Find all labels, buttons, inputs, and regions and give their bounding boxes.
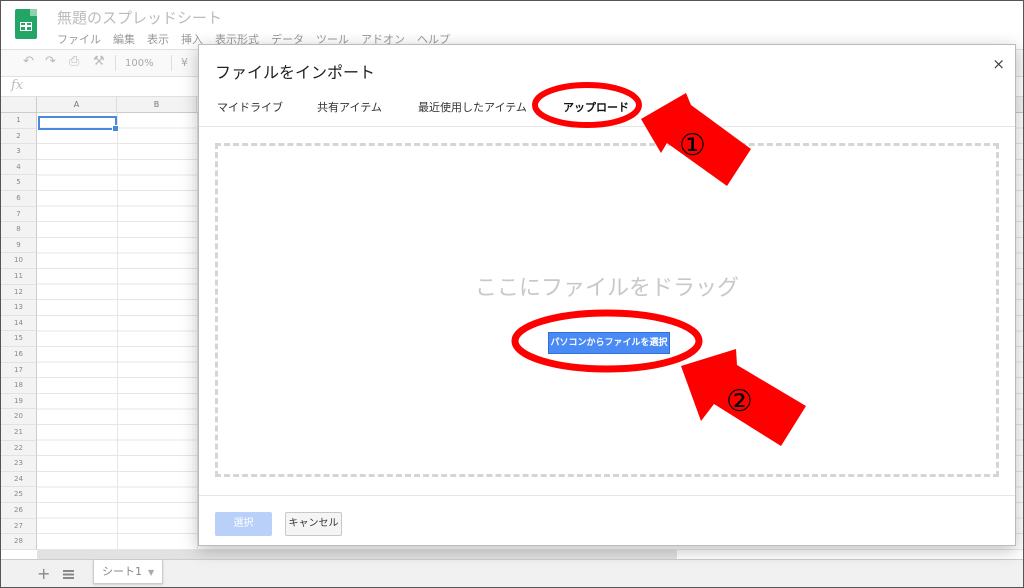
select-all-corner[interactable] [1,97,37,113]
currency-format-button[interactable]: ¥ [181,56,188,69]
sheet-tab-label: シート1 [102,565,142,578]
row-header[interactable]: 10 [1,253,37,269]
row-header[interactable]: 28 [1,534,37,550]
paint-format-icon[interactable]: ⚒ [93,54,105,69]
undo-icon[interactable]: ↶ [23,54,34,69]
row-header[interactable]: 21 [1,425,37,441]
row-header[interactable]: 16 [1,347,37,363]
tab-upload[interactable]: アップロード [563,99,629,115]
dialog-title: ファイルをインポート [215,63,376,82]
row-header[interactable]: 13 [1,300,37,316]
select-file-from-computer-button[interactable]: パソコンからファイルを選択 [548,332,670,354]
column-header-b[interactable]: B [117,97,197,113]
dialog-tabs: マイドライブ 共有アイテム 最近使用したアイテム アップロード [199,97,1015,127]
row-header[interactable]: 25 [1,487,37,503]
row-header[interactable]: 22 [1,440,37,457]
row-header[interactable]: 26 [1,503,37,519]
grid-column-line [117,113,118,552]
active-cell-a1[interactable] [38,116,119,132]
fx-icon: fx [11,78,24,93]
screenshot: 無題のスプレッドシート ファイル 編集 表示 挿入 表示形式 データ ツール ア… [0,0,1024,588]
drop-zone-text: ここにファイルをドラッグ [474,276,739,301]
row-header[interactable]: 19 [1,393,37,410]
row-header[interactable]: 18 [1,378,37,394]
sheet-tab-1[interactable]: シート1 ▼ [93,560,164,584]
row-header[interactable]: 17 [1,362,37,379]
chevron-down-icon[interactable]: ▼ [148,568,154,577]
cancel-button[interactable]: キャンセル [285,512,342,536]
row-header[interactable]: 14 [1,315,37,332]
column-header-a[interactable]: A [37,97,117,113]
tab-shared[interactable]: 共有アイテム [317,99,382,115]
menu-edit[interactable]: 編集 [113,31,135,47]
add-sheet-icon[interactable]: + [37,564,50,583]
document-title[interactable]: 無題のスプレッドシート [57,7,222,28]
all-sheets-icon[interactable] [63,570,74,579]
row-header[interactable]: 24 [1,471,37,488]
row-header[interactable]: 11 [1,269,37,285]
row-header[interactable]: 20 [1,409,37,425]
sheet-tabs-bar: + シート1 ▼ [1,559,1023,587]
file-drop-zone[interactable]: ここにファイルをドラッグ パソコンからファイルを選択 [215,143,999,477]
select-button[interactable]: 選択 [215,512,272,536]
sheets-logo-icon[interactable] [15,9,37,39]
row-header[interactable]: 23 [1,456,37,472]
row-header[interactable]: 6 [1,191,37,207]
row-header[interactable]: 7 [1,206,37,223]
import-file-dialog: ファイルをインポート × マイドライブ 共有アイテム 最近使用したアイテム アッ… [198,44,1016,546]
row-header[interactable]: 15 [1,331,37,347]
horizontal-scrollbar[interactable] [37,550,677,559]
row-header[interactable]: 8 [1,222,37,238]
tab-my-drive[interactable]: マイドライブ [217,99,283,115]
menu-view[interactable]: 表示 [147,31,169,47]
tab-recent[interactable]: 最近使用したアイテム [418,99,527,115]
toolbar-divider [115,55,116,71]
row-header[interactable]: 9 [1,237,37,254]
menu-file[interactable]: ファイル [57,31,101,47]
row-header[interactable]: 3 [1,144,37,160]
row-header[interactable]: 1 [1,113,37,129]
zoom-select[interactable]: 100% [125,58,154,69]
redo-icon[interactable]: ↷ [45,54,56,69]
row-header[interactable]: 27 [1,518,37,535]
row-header[interactable]: 12 [1,284,37,301]
toolbar-divider [171,55,172,71]
row-header[interactable]: 5 [1,175,37,191]
row-header[interactable]: 4 [1,159,37,176]
dialog-footer: 選択 キャンセル [199,495,1015,547]
print-icon[interactable]: ⎙ [69,54,79,69]
close-icon[interactable]: × [992,55,1005,73]
row-header[interactable]: 2 [1,128,37,145]
